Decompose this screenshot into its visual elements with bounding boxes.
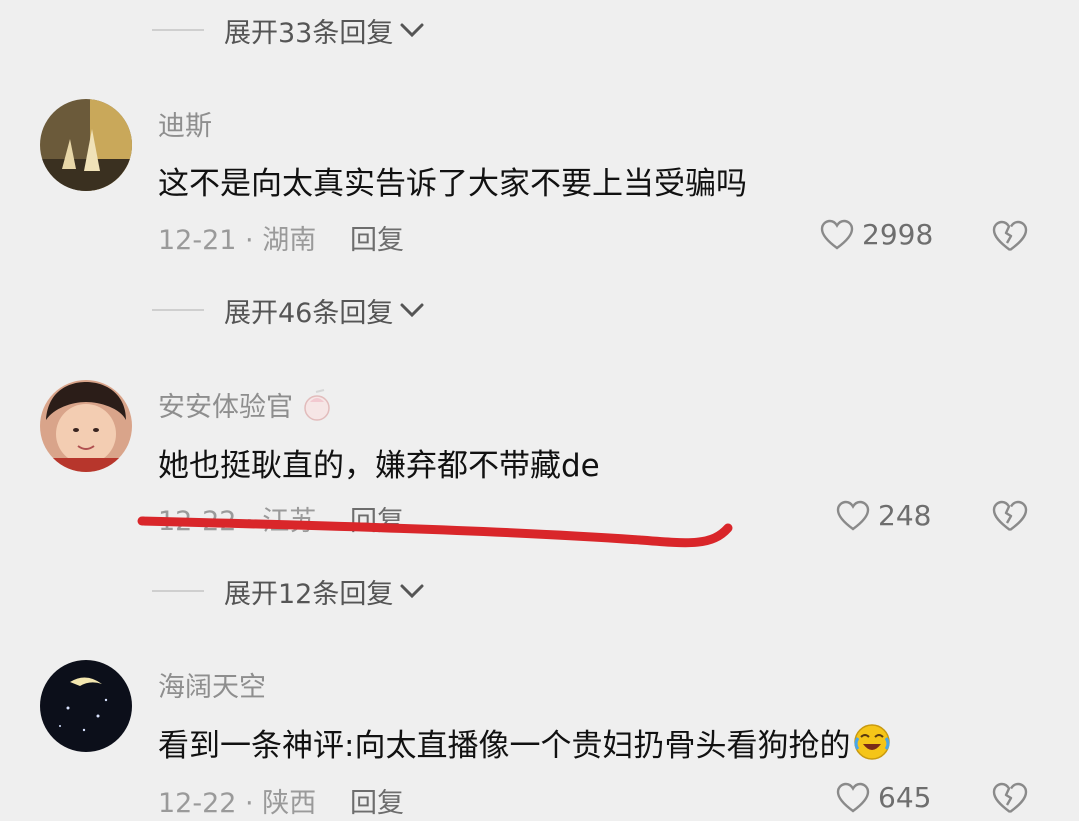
dislike-broken-heart-icon[interactable]	[992, 781, 1028, 815]
username[interactable]: 海阔天空	[158, 665, 266, 704]
expand-replies-label: 展开12条回复	[224, 578, 394, 610]
comment-text-content: 看到一条神评:向太直播像一个贵妇扔骨头看狗抢的	[158, 728, 851, 764]
like-button[interactable]: 645	[836, 781, 931, 814]
heart-icon	[836, 782, 870, 812]
expand-replies-button[interactable]: 展开12条回复	[152, 571, 425, 611]
crying-laughing-emoji-icon	[854, 724, 891, 760]
comment-meta: 12-22 · 陕西	[158, 788, 317, 819]
comment-text: 看到一条神评:向太直播像一个贵妇扔骨头看狗抢的	[158, 720, 892, 765]
like-count: 645	[878, 781, 932, 814]
reply-button[interactable]: 回复	[350, 781, 404, 820]
divider-line	[152, 590, 204, 592]
avatar[interactable]	[40, 660, 132, 752]
chevron-down-icon	[400, 584, 424, 599]
